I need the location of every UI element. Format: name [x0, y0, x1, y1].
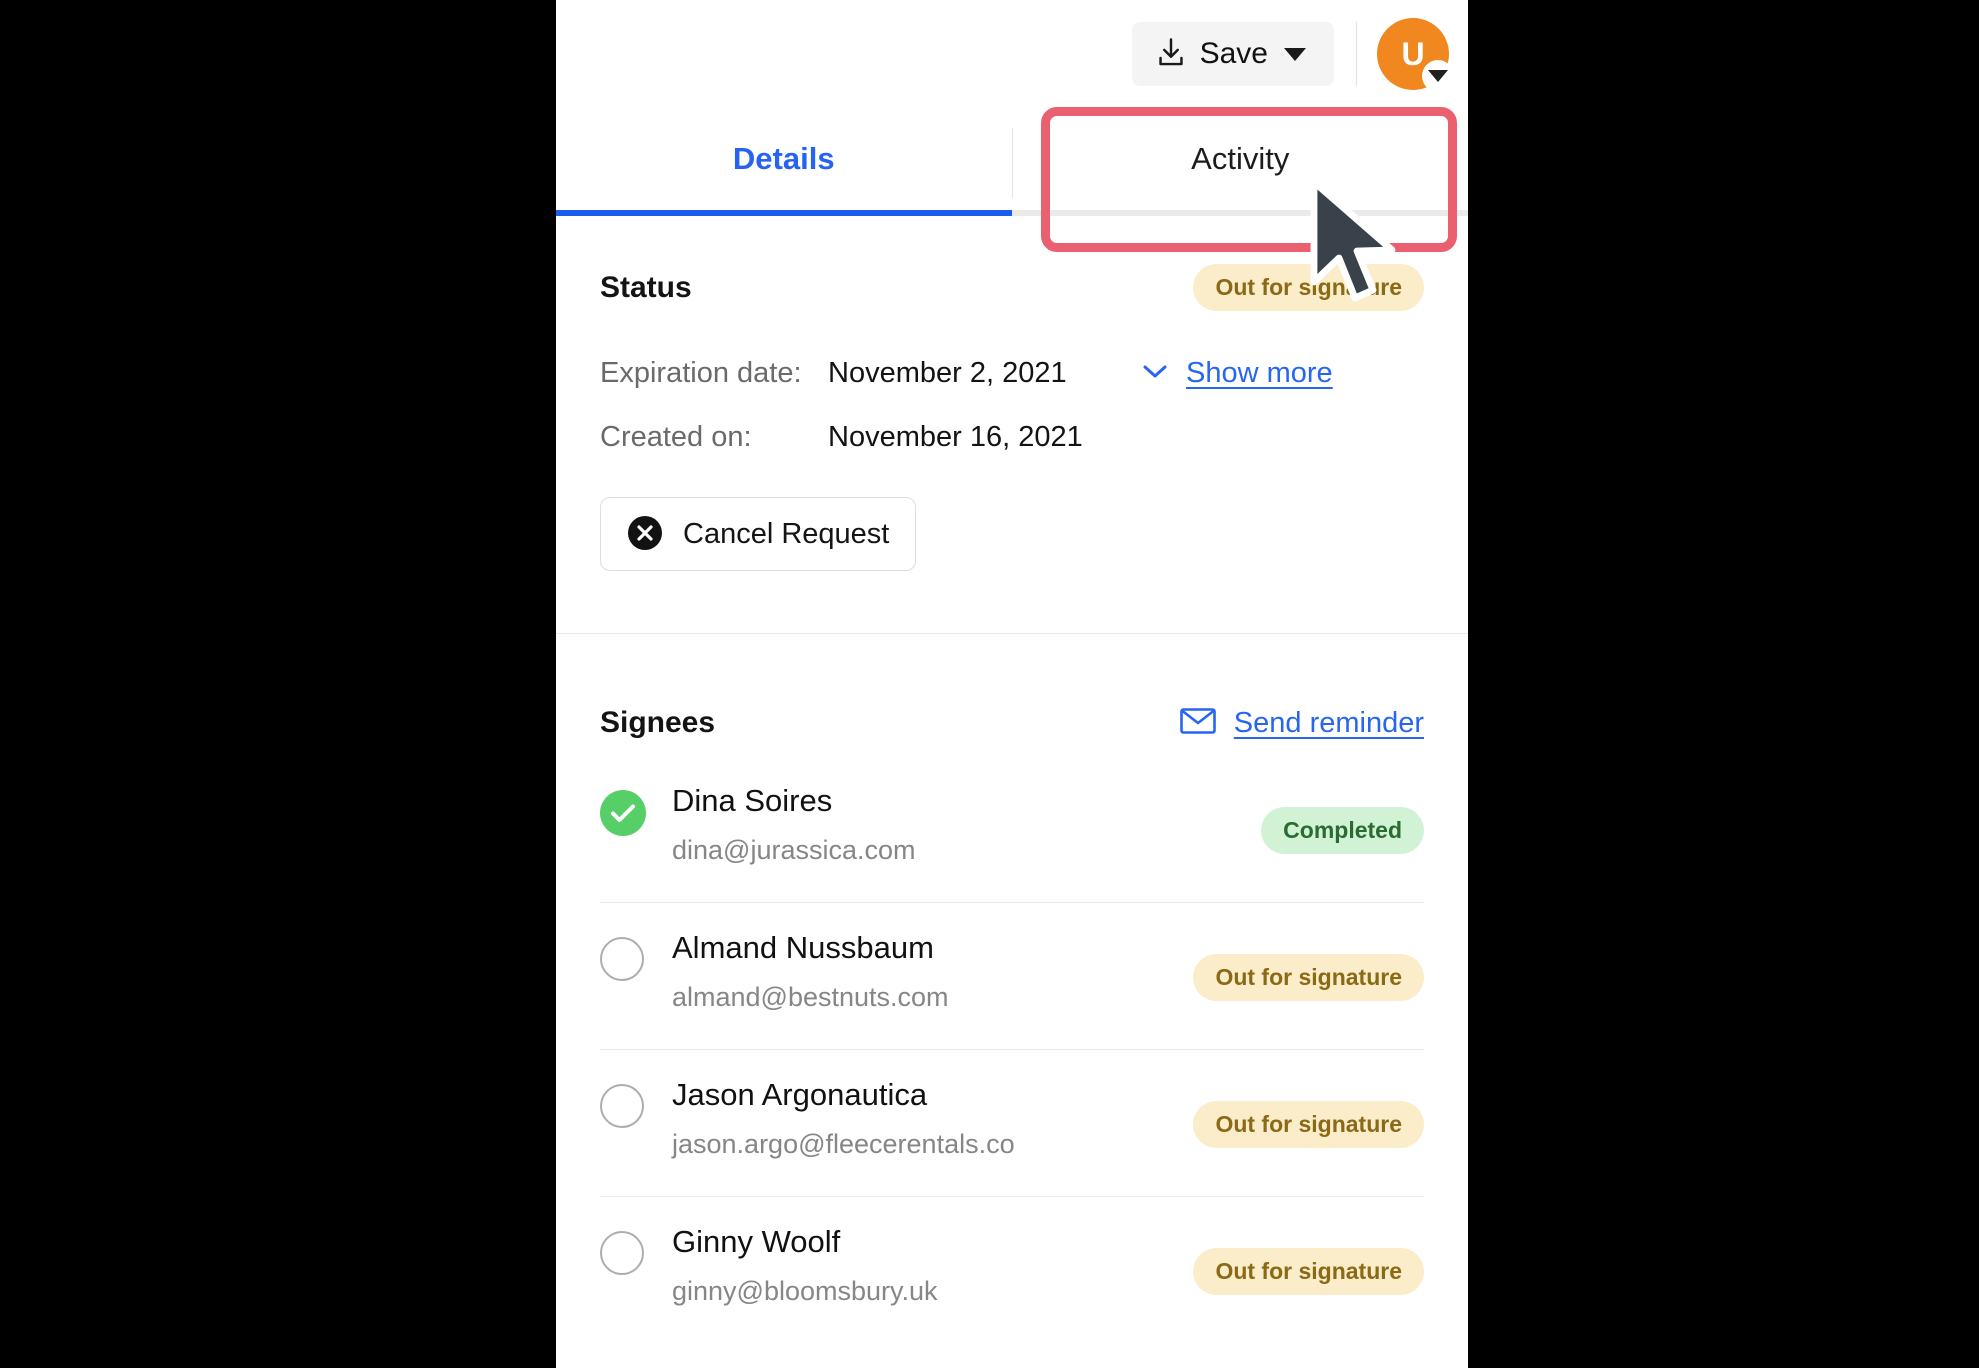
created-on-value: November 16, 2021 — [828, 420, 1083, 453]
signees-section: Signees Send reminder Dina Soires dina@ju… — [556, 654, 1468, 1343]
x-circle-icon — [627, 515, 663, 554]
tab-details-label: Details — [732, 141, 835, 176]
created-on-label: Created on: — [600, 420, 752, 453]
signee-name: Dina Soires — [672, 783, 833, 818]
signee-info: Ginny Woolf ginny@bloomsbury.uk — [672, 1224, 1193, 1307]
signee-status-cell: Completed — [1261, 784, 1424, 876]
status-meta-rows: Expiration date: November 2, 2021 Show m… — [556, 341, 1468, 469]
signee-status-cell: Out for signature — [1193, 1225, 1424, 1317]
chevron-down-icon — [1284, 47, 1306, 61]
pending-circle-icon — [600, 1231, 646, 1277]
screenshot-stage: Save U Details Activity Status Out for s… — [0, 0, 1979, 1368]
signee-name: Ginny Woolf — [672, 1224, 841, 1259]
check-circle-icon — [600, 790, 646, 836]
download-icon — [1156, 37, 1186, 72]
signee-info: Almand Nussbaum almand@bestnuts.com — [672, 930, 1193, 1013]
expiration-date-row: Expiration date: November 2, 2021 Show m… — [600, 341, 1424, 405]
tab-activity-label: Activity — [1191, 141, 1290, 176]
signee-row: Ginny Woolf ginny@bloomsbury.uk Out for si… — [600, 1196, 1424, 1343]
signee-status-badge: Out for signature — [1193, 953, 1424, 1001]
show-more-toggle[interactable]: Show more — [1140, 357, 1333, 390]
send-reminder-label: Send reminder — [1233, 706, 1424, 739]
signee-row: Almand Nussbaum almand@bestnuts.com Out fo… — [600, 902, 1424, 1049]
tab-details[interactable]: Details — [556, 108, 1012, 216]
signees-title: Signees — [600, 706, 716, 739]
status-section: Status Out for signature Expiration date… — [556, 216, 1468, 634]
signee-status-badge: Out for signature — [1193, 1247, 1424, 1295]
signee-email: dina@jurassica.com — [672, 835, 916, 866]
signee-status-badge: Completed — [1261, 806, 1424, 854]
expiration-date-label: Expiration date: — [600, 356, 802, 389]
signee-status-badge: Out for signature — [1193, 1100, 1424, 1148]
document-details-panel: Save U Details Activity Status Out for s… — [556, 0, 1468, 1368]
signee-status-cell: Out for signature — [1193, 931, 1424, 1023]
signee-status-cell: Out for signature — [1193, 1078, 1424, 1170]
section-divider — [556, 633, 1468, 634]
status-header: Status Out for signature — [556, 216, 1468, 311]
created-on-row: Created on: November 16, 2021 — [600, 405, 1424, 469]
avatar-chevron-down-icon[interactable] — [1422, 60, 1454, 92]
signees-list: Dina Soires dina@jurassica.com Completed Al… — [556, 756, 1468, 1343]
status-badge: Out for signature — [1193, 264, 1424, 311]
expiration-date-value: November 2, 2021 — [828, 356, 1067, 389]
chevron-down-icon — [1140, 361, 1170, 386]
signee-email: ginny@bloomsbury.uk — [672, 1276, 938, 1307]
tab-bar: Details Activity — [556, 108, 1468, 216]
signee-row: Dina Soires dina@jurassica.com Completed — [600, 756, 1424, 902]
envelope-icon — [1179, 707, 1216, 740]
signee-email: jason.argo@fleecerentals.co — [672, 1129, 1015, 1160]
top-toolbar: Save U — [556, 0, 1468, 108]
tab-activity[interactable]: Activity — [1012, 108, 1468, 210]
pending-circle-icon — [600, 1084, 646, 1130]
cancel-request-button[interactable]: Cancel Request — [600, 497, 917, 571]
signee-row: Jason Argonautica jason.argo@fleecerental… — [600, 1049, 1424, 1196]
cancel-request-label: Cancel Request — [683, 517, 890, 550]
status-title: Status — [600, 270, 692, 304]
signee-info: Jason Argonautica jason.argo@fleecerental… — [672, 1077, 1193, 1160]
show-more-label: Show more — [1186, 356, 1333, 389]
signee-name: Jason Argonautica — [672, 1077, 928, 1112]
save-button-label: Save — [1199, 37, 1268, 70]
send-reminder-link[interactable]: Send reminder — [1179, 706, 1424, 740]
signee-info: Dina Soires dina@jurassica.com — [672, 783, 1261, 866]
signees-header: Signees Send reminder — [556, 654, 1468, 740]
save-button[interactable]: Save — [1131, 22, 1334, 86]
signee-email: almand@bestnuts.com — [672, 982, 949, 1013]
avatar[interactable]: U — [1377, 18, 1454, 92]
cancel-request-wrapper: Cancel Request — [556, 469, 1468, 571]
signee-name: Almand Nussbaum — [672, 930, 934, 965]
pending-circle-icon — [600, 937, 646, 983]
toolbar-divider — [1356, 22, 1357, 86]
